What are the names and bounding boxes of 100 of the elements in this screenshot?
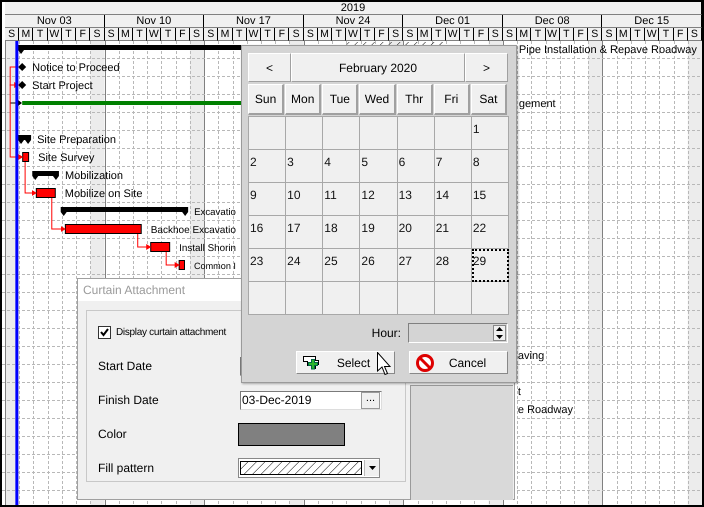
task-label: e Roadway	[518, 404, 573, 416]
day-letter: S	[488, 28, 503, 41]
task-label: Backhoe Excavatio	[150, 225, 236, 236]
week-label: Dec 01	[403, 15, 503, 28]
dialog-title: Curtain Attachment	[83, 283, 186, 297]
date-field[interactable]: 03-Dec-2019 ...	[240, 390, 382, 410]
task-bar	[178, 260, 185, 270]
select-button[interactable]: Select	[296, 351, 395, 374]
day-letter: F	[474, 28, 489, 41]
day-letter: F	[674, 28, 688, 41]
browse-button[interactable]: ...	[361, 392, 380, 408]
day-letter: W	[446, 28, 460, 41]
task-label: Site Survey	[38, 152, 94, 164]
day-letter: T	[630, 28, 646, 41]
calendar-day[interactable]: 19	[360, 216, 398, 249]
task-label: Excavatio	[194, 207, 236, 218]
day-letter: S	[602, 28, 617, 41]
day-letter: F	[574, 28, 588, 41]
calendar-day[interactable]: 1	[472, 117, 509, 150]
calendar-day[interactable]: 29	[472, 249, 509, 282]
calendar-day[interactable]: 13	[398, 183, 435, 216]
calendar-day[interactable]: 3	[286, 150, 324, 183]
day-letter: S	[289, 28, 304, 41]
day-letter: S	[5, 28, 20, 41]
calendar-day[interactable]: 18	[323, 216, 360, 249]
calendar-day[interactable]: 21	[434, 216, 472, 249]
pattern-dropdown[interactable]	[238, 458, 380, 478]
calendar-day[interactable]: 16	[249, 216, 286, 249]
calendar-day[interactable]: 28	[434, 249, 472, 282]
calendar-day[interactable]: 9	[249, 183, 286, 216]
summary-bar	[18, 135, 32, 144]
calendar-day[interactable]: 6	[398, 150, 435, 183]
task-label: Install Shorin	[179, 243, 236, 254]
day-letter: F	[374, 28, 390, 41]
next-month-button[interactable]: >	[465, 53, 508, 82]
calendar-day[interactable]: 2	[249, 150, 286, 183]
checkbox-label: Display curtain attachment	[116, 326, 226, 338]
calendar-day[interactable]: 20	[398, 216, 435, 249]
weekday-header: Fri	[434, 84, 470, 115]
day-letter: T	[460, 28, 474, 41]
calendar-day[interactable]: 22	[472, 216, 509, 249]
day-letter: F	[76, 28, 90, 41]
calendar-day[interactable]: 4	[323, 150, 360, 183]
summary-bar	[32, 171, 59, 180]
day-letter: S	[389, 28, 404, 41]
day-letter: W	[546, 28, 560, 41]
weekday-header: Sat	[470, 84, 507, 115]
day-letter: M	[218, 28, 233, 41]
day-letter: T	[360, 28, 375, 41]
calendar-day[interactable]: 24	[286, 249, 324, 282]
calendar-day[interactable]: 11	[323, 183, 360, 216]
day-letter: F	[275, 28, 290, 41]
field-label: Start Date	[98, 359, 154, 373]
day-letter: S	[90, 28, 105, 41]
day-letter: S	[502, 28, 518, 41]
day-letter: T	[560, 28, 574, 41]
weekday-header: Tue	[322, 84, 358, 115]
calendar-day[interactable]: 8	[472, 150, 509, 183]
day-letter: W	[346, 28, 361, 41]
color-swatch[interactable]	[238, 422, 345, 446]
day-letter: S	[204, 28, 218, 41]
day-letter: T	[531, 28, 546, 41]
calendar-day[interactable]: 5	[360, 150, 398, 183]
task-bar	[22, 152, 30, 162]
day-letter: S	[304, 28, 318, 41]
calendar-day[interactable]: 23	[249, 249, 286, 282]
calendar-day[interactable]: 7	[434, 150, 472, 183]
day-letter: W	[246, 28, 262, 41]
spin-button[interactable]	[493, 325, 506, 341]
day-letter: S	[104, 28, 119, 41]
calendar-day[interactable]: 14	[434, 183, 472, 216]
week-label: Nov 24	[304, 15, 404, 28]
day-letter: T	[161, 28, 176, 41]
day-letter: W	[48, 28, 62, 41]
calendar-day[interactable]: 27	[398, 249, 435, 282]
day-letter: T	[432, 28, 446, 41]
day-letter: M	[318, 28, 332, 41]
task-bar	[150, 242, 170, 252]
task-label: aving	[518, 350, 544, 362]
calendar-day[interactable]: 25	[323, 249, 360, 282]
task-label: Mobilization	[64, 170, 124, 182]
cancel-button[interactable]: Cancel	[409, 351, 508, 374]
calendar-day[interactable]: 12	[360, 183, 398, 216]
task-label: Notice to Proceed	[32, 62, 120, 74]
calendar-day[interactable]: 26	[360, 249, 398, 282]
weekday-header: Sun	[248, 84, 284, 115]
week-label: Dec 15	[602, 15, 702, 28]
day-letter: T	[261, 28, 276, 41]
day-letter: S	[588, 28, 602, 41]
calendar-day[interactable]: 10	[286, 183, 324, 216]
hour-label: Hour:	[372, 326, 401, 340]
calendar-day[interactable]: 15	[472, 183, 509, 216]
previous-month-button[interactable]: <	[248, 53, 291, 82]
calendar-day[interactable]: 17	[286, 216, 324, 249]
field-label: Color	[98, 427, 128, 441]
hatch-pattern-icon	[240, 461, 362, 475]
hour-field[interactable]	[408, 323, 508, 343]
week-label: Nov 03	[5, 15, 105, 28]
task-label: Start Project	[32, 80, 93, 92]
checkbox[interactable]	[98, 326, 111, 338]
